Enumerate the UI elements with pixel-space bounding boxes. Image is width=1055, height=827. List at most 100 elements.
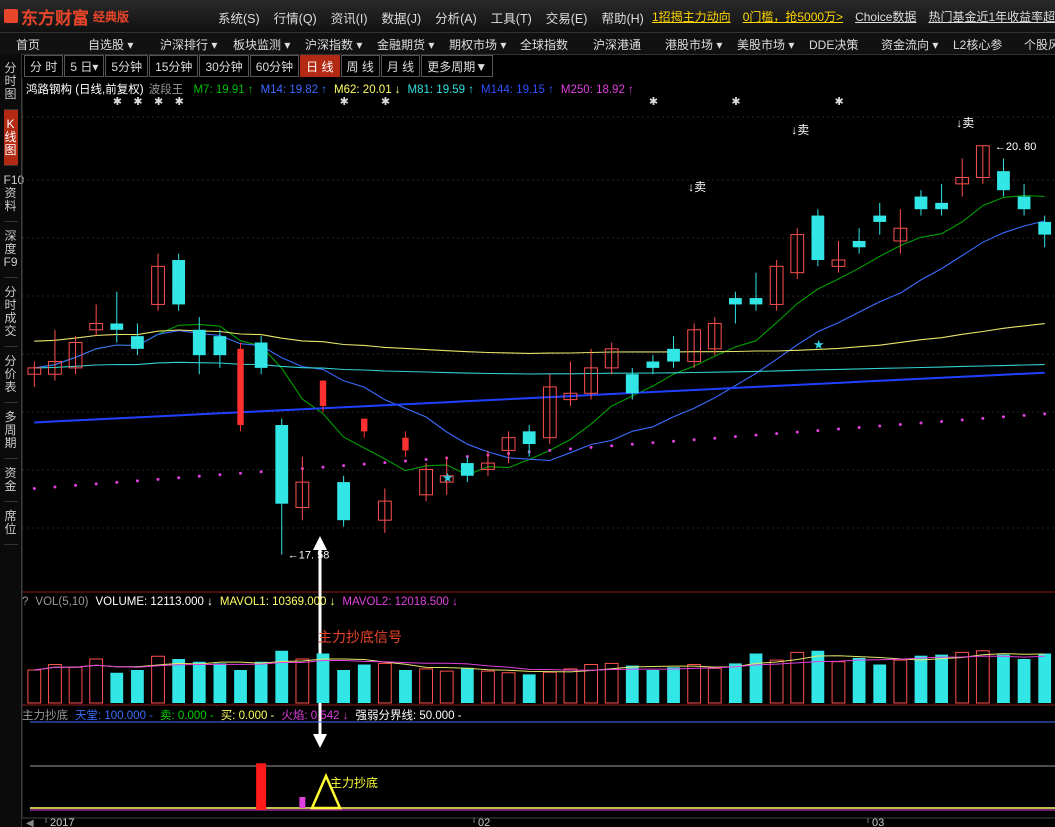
vol-legend-item: MAVOL2: 12018.500 ↓ bbox=[342, 596, 458, 608]
volume-bar bbox=[27, 669, 42, 704]
ma250-dot bbox=[259, 470, 263, 474]
volume-bar bbox=[1017, 659, 1031, 703]
candle-body bbox=[522, 431, 536, 445]
volume-bar bbox=[172, 659, 186, 703]
high-label: ←20. 80 bbox=[995, 141, 1037, 153]
ma250-dot bbox=[630, 442, 634, 446]
signal-legend-item: 买: 0.000 - bbox=[220, 710, 275, 722]
candle-body bbox=[192, 329, 206, 356]
ma250-dot bbox=[836, 427, 840, 431]
ma250-dot bbox=[32, 486, 36, 490]
ma250-dot bbox=[424, 458, 428, 462]
ma250-dot bbox=[610, 444, 614, 448]
volume-bar bbox=[501, 672, 516, 704]
ma250-dot bbox=[383, 461, 387, 465]
x-tick-label: 02 bbox=[478, 817, 490, 827]
signal-star: ✱ bbox=[834, 95, 843, 108]
ma250-dot bbox=[403, 459, 407, 463]
signal-legend-item: 强弱分界线: 50.000 - bbox=[355, 710, 462, 722]
sell-label: ↓卖 bbox=[956, 116, 974, 130]
ma250-dot bbox=[568, 447, 572, 451]
volume-bar bbox=[192, 661, 206, 703]
candle-body bbox=[935, 202, 948, 210]
volume-bar bbox=[769, 659, 784, 704]
ma250-dot bbox=[878, 424, 882, 428]
volume-bar bbox=[254, 661, 268, 703]
ma250-dot bbox=[898, 422, 902, 426]
candle-body bbox=[646, 361, 660, 368]
volume-bar bbox=[831, 661, 846, 704]
signal-star: ✱ bbox=[381, 95, 390, 108]
volume-bar bbox=[213, 663, 227, 703]
volume-bar bbox=[893, 659, 908, 704]
ma250-dot bbox=[115, 480, 119, 484]
volume-bar bbox=[914, 655, 928, 703]
signal-star: ✱ bbox=[113, 95, 122, 108]
signal-star: ✱ bbox=[175, 95, 184, 108]
volume-bar bbox=[873, 664, 887, 703]
ma250-dot bbox=[713, 436, 717, 440]
candle-body bbox=[402, 437, 409, 451]
signal-star: ✱ bbox=[154, 95, 163, 108]
x-tick-label: 2017 bbox=[50, 817, 74, 827]
signal-star: ✱ bbox=[731, 95, 740, 108]
candle-body bbox=[110, 323, 124, 330]
ma144-line bbox=[34, 371, 1045, 424]
ma250-dot bbox=[857, 426, 861, 430]
volume-bar bbox=[481, 670, 495, 704]
signal-bar bbox=[256, 763, 267, 810]
signal-legend-item: 主力抄底 bbox=[22, 710, 68, 722]
signal-legend-item: 卖: 0.000 - bbox=[159, 710, 214, 722]
ma250-dot bbox=[94, 482, 98, 486]
ma250-dot bbox=[960, 418, 964, 422]
candle-body bbox=[172, 260, 186, 305]
candle-body bbox=[749, 298, 763, 305]
volume-bar bbox=[460, 667, 474, 703]
ma250-dot bbox=[940, 419, 944, 423]
low-label: ←17. 58 bbox=[288, 549, 330, 561]
ma250-dot bbox=[53, 485, 57, 489]
ma7-line bbox=[34, 195, 1045, 476]
ma62-line bbox=[34, 323, 1045, 354]
ma250-dot bbox=[156, 477, 160, 481]
volume-bar bbox=[275, 650, 289, 703]
volume-bar bbox=[337, 670, 351, 703]
ma14-line bbox=[34, 220, 1045, 462]
candle-body bbox=[811, 215, 825, 260]
candle-body bbox=[275, 425, 289, 504]
volume-bar bbox=[377, 662, 392, 704]
ma250-dot bbox=[816, 429, 820, 433]
ma250-dot bbox=[733, 435, 737, 439]
volume-bar bbox=[625, 665, 639, 703]
candle-body bbox=[852, 240, 866, 248]
volume-bar bbox=[522, 674, 536, 703]
volume-bar bbox=[110, 672, 124, 703]
ma250-dot bbox=[981, 416, 985, 420]
signal-star: ✱ bbox=[340, 95, 349, 108]
candle-body bbox=[361, 418, 368, 432]
volume-bar bbox=[955, 651, 970, 704]
volume-bar bbox=[131, 670, 144, 703]
candle-body bbox=[728, 298, 742, 305]
volume-bar bbox=[48, 664, 62, 704]
bottom-label: 主力抄底 bbox=[330, 775, 378, 790]
scroll-left-icon: ◀ bbox=[26, 818, 34, 827]
volume-bar bbox=[728, 663, 742, 703]
ma250-dot bbox=[589, 445, 593, 449]
ma250-dot bbox=[74, 483, 78, 487]
candle-body bbox=[237, 348, 244, 425]
arrow-head-up bbox=[313, 536, 327, 550]
vol-legend-item: VOL(5,10) bbox=[35, 596, 89, 608]
volume-bar bbox=[439, 670, 454, 704]
volume-bar bbox=[667, 667, 680, 703]
volume-bar bbox=[563, 668, 578, 704]
ma250-dot bbox=[692, 438, 696, 442]
signal-legend-item: 天堂: 100.000 - bbox=[75, 710, 153, 722]
volume-bar bbox=[687, 664, 702, 704]
volume-bar bbox=[68, 666, 83, 704]
volume-bar bbox=[811, 650, 825, 703]
volume-bar bbox=[234, 670, 247, 703]
arrow-head-down bbox=[313, 734, 327, 748]
signal-legend: 主力抄底 天堂: 100.000 - 卖: 0.000 - 买: 0.000 - 火焰:… bbox=[22, 707, 462, 723]
ma250-dot bbox=[775, 432, 779, 436]
